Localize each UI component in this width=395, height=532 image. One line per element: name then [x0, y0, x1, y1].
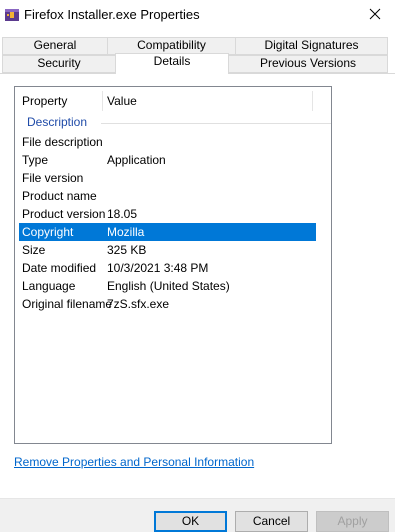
- property-value: 325 KB: [107, 243, 147, 257]
- dialog-footer: OK Cancel Apply: [0, 498, 395, 532]
- tab-security[interactable]: Security: [2, 55, 116, 73]
- property-name: Size: [22, 243, 46, 257]
- close-button[interactable]: [355, 0, 395, 30]
- remove-properties-link[interactable]: Remove Properties and Personal Informati…: [14, 455, 254, 469]
- property-name: Copyright: [22, 225, 74, 239]
- property-row[interactable]: Date modified 10/3/2021 3:48 PM: [19, 259, 316, 277]
- close-icon: [369, 8, 381, 20]
- tab-digital-signatures[interactable]: Digital Signatures: [235, 37, 388, 55]
- property-row[interactable]: Size 325 KB: [19, 241, 316, 259]
- property-name: Product version: [22, 207, 106, 221]
- tab-previous-versions[interactable]: Previous Versions: [228, 55, 388, 73]
- property-row[interactable]: Language English (United States): [19, 277, 316, 295]
- installer-app-icon: [4, 6, 20, 22]
- window-title: Firefox Installer.exe Properties: [24, 7, 200, 22]
- property-value: 10/3/2021 3:48 PM: [107, 261, 209, 275]
- details-list[interactable]: Property Value Description File descript…: [14, 86, 332, 444]
- column-divider[interactable]: [102, 91, 103, 111]
- column-header-value[interactable]: Value: [107, 91, 137, 111]
- property-name: Language: [22, 279, 76, 293]
- title-bar: Firefox Installer.exe Properties: [0, 0, 395, 30]
- property-name: Date modified: [22, 261, 97, 275]
- property-value: Mozilla: [107, 225, 145, 239]
- property-name: Original filename: [22, 297, 113, 311]
- property-value: English (United States): [107, 279, 230, 293]
- property-name: File description: [22, 135, 103, 149]
- property-name: Type: [22, 153, 49, 167]
- group-header-description: Description: [27, 115, 88, 129]
- apply-button[interactable]: Apply: [316, 511, 389, 532]
- property-value: 18.05: [107, 207, 138, 221]
- property-value: Application: [107, 153, 166, 167]
- tab-general[interactable]: General: [2, 37, 108, 55]
- property-row[interactable]: Original filename 7zS.sfx.exe: [19, 295, 316, 313]
- tab-details[interactable]: Details: [115, 53, 229, 74]
- property-row[interactable]: File description: [19, 133, 316, 151]
- column-divider[interactable]: [312, 91, 313, 111]
- group-divider: [101, 123, 331, 124]
- ok-button[interactable]: OK: [154, 511, 227, 532]
- property-name: Product name: [22, 189, 97, 203]
- property-row-selected[interactable]: Copyright Mozilla: [19, 223, 316, 241]
- column-header-property[interactable]: Property: [22, 91, 67, 111]
- property-name: File version: [22, 171, 84, 185]
- property-row[interactable]: Product name: [19, 187, 316, 205]
- property-row[interactable]: Type Application: [19, 151, 316, 169]
- cancel-button[interactable]: Cancel: [235, 511, 308, 532]
- property-value: 7zS.sfx.exe: [107, 297, 170, 311]
- property-row[interactable]: Product version 18.05: [19, 205, 316, 223]
- property-row[interactable]: File version: [19, 169, 316, 187]
